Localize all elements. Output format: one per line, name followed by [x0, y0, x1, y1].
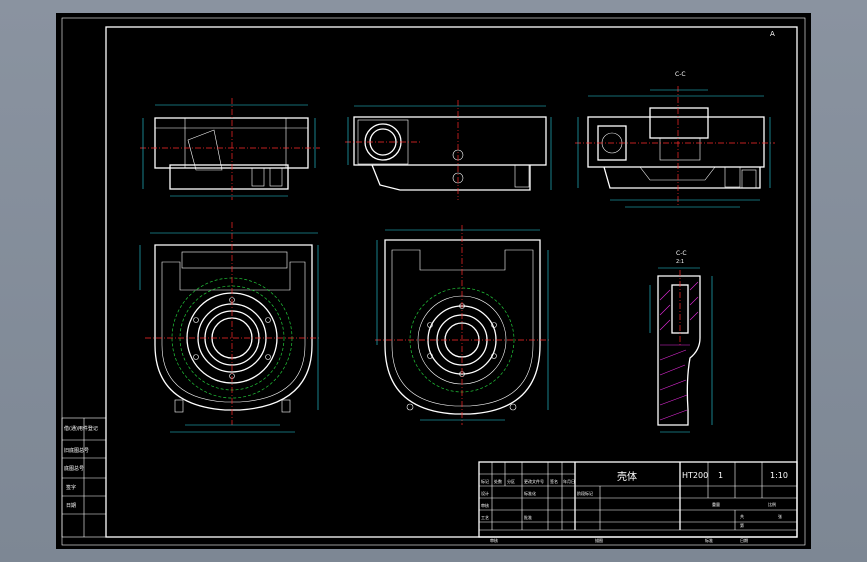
scale: 1:10 — [770, 471, 788, 480]
section-label-2: C-C — [676, 250, 687, 257]
sheet-total: 共 — [740, 513, 744, 519]
section-label: C-C — [675, 71, 686, 78]
rev-label: 分区 — [507, 478, 515, 484]
rev-label: 年月日 — [563, 478, 575, 484]
bottom-label: 审核 — [490, 537, 498, 543]
left-strip-item: 签字 — [66, 484, 76, 491]
rev-label: 处数 — [494, 478, 502, 484]
ratio-label: 比例 — [768, 501, 776, 507]
weight-label: 重量 — [712, 501, 720, 507]
rev-label: 更改文件号 — [524, 478, 544, 484]
left-strip-item: 旧底图总号 — [64, 447, 89, 454]
cad-drawing-canvas: A 借(通)用件登记 旧底图总号 底图总号 签字 日期 C-C C-C 2:1 … — [56, 13, 811, 549]
bottom-label: 描图 — [595, 537, 603, 543]
quantity: 1 — [718, 471, 723, 480]
sheet-page: 张 — [778, 513, 782, 519]
top-mark: A — [770, 30, 775, 38]
sheet-of: 第 — [740, 522, 744, 528]
bottom-label: 日期 — [740, 537, 748, 543]
left-strip-item: 底图总号 — [64, 465, 84, 472]
drawing-sheet — [56, 13, 811, 549]
process-label: 工艺 — [481, 515, 489, 520]
rev-label: 签名 — [550, 478, 558, 484]
standard-label: 标准化 — [524, 490, 536, 496]
left-strip-item: 日期 — [66, 503, 76, 509]
rev-label: 标记 — [481, 478, 489, 484]
design-label: 设计 — [481, 490, 489, 496]
part-name: 壳体 — [617, 470, 637, 483]
section-scale: 2:1 — [676, 259, 684, 265]
approve-label: 批准 — [524, 514, 532, 520]
check-label: 审核 — [481, 502, 489, 508]
material: HT200 — [682, 471, 708, 480]
bottom-label: 标准 — [705, 537, 713, 543]
stage-mark: 阶段标记 — [577, 490, 593, 496]
left-strip-item: 借(通)用件登记 — [64, 425, 98, 432]
